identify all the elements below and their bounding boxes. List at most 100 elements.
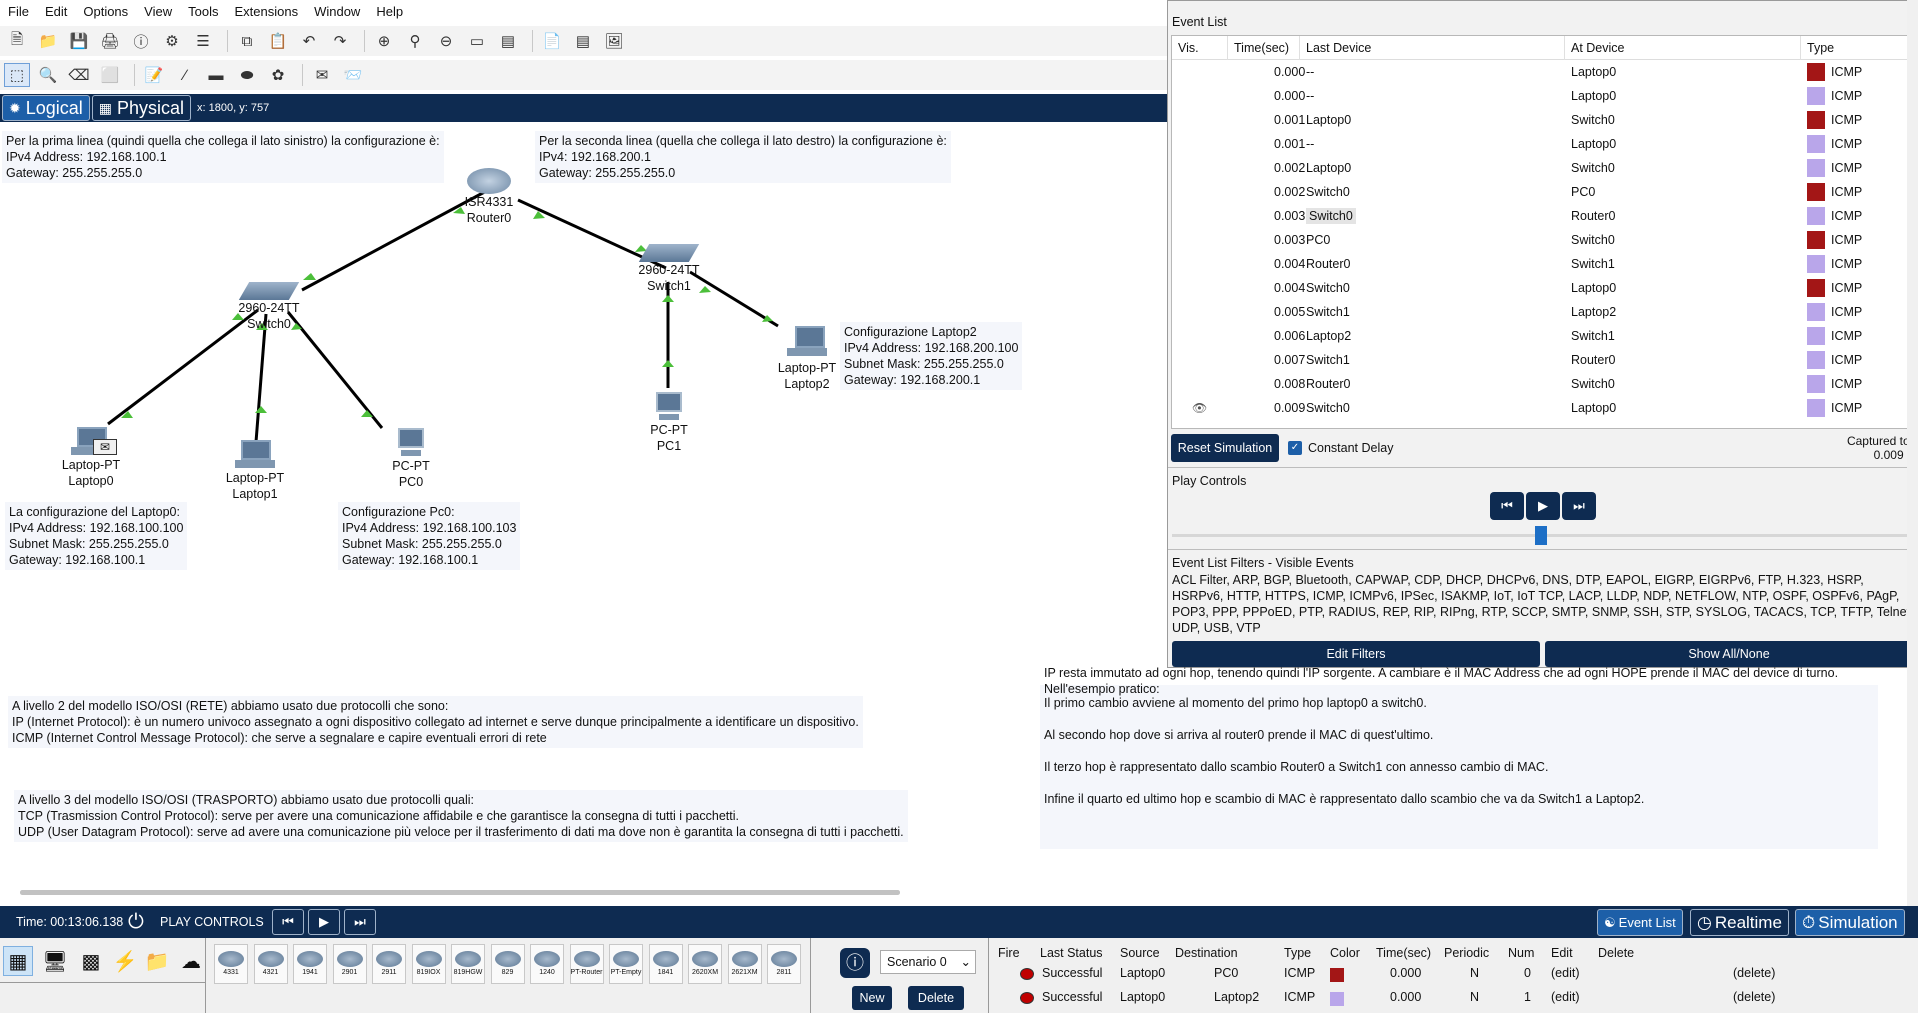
event-row[interactable]: 0.002 Switch0 PC0 ICMP xyxy=(1172,180,1912,204)
speed-slider-thumb[interactable] xyxy=(1535,526,1547,545)
router-model-item[interactable]: 2620XM xyxy=(688,944,722,984)
router-model-item[interactable]: 2911 xyxy=(372,944,406,984)
router-model-item[interactable]: 2811 xyxy=(767,944,801,984)
multiuser-category-icon[interactable]: ☁ xyxy=(176,946,206,976)
delete-scenario-button[interactable]: Delete xyxy=(908,986,964,1010)
menu-file[interactable]: File xyxy=(0,4,37,19)
note-iso-rete[interactable]: A livello 2 del modello ISO/OSI (RETE) a… xyxy=(8,696,863,748)
event-row[interactable]: 0.003 PC0 Switch0 ICMP xyxy=(1172,228,1912,252)
tab-logical[interactable]: ✹ Logical xyxy=(2,95,90,121)
event-row[interactable]: 👁 0.009 Switch0 Laptop0 ICMP xyxy=(1172,396,1912,420)
connections-category-icon[interactable]: ⚡ xyxy=(110,946,140,976)
note-laptop2-config[interactable]: Configurazione Laptop2 IPv4 Address: 192… xyxy=(840,322,1023,390)
event-row[interactable]: 0.006 Laptop2 Switch1 ICMP xyxy=(1172,324,1912,348)
select-icon[interactable]: ⬚ xyxy=(4,63,30,87)
router-model-item[interactable]: 829 xyxy=(490,944,525,984)
pdu-col-header[interactable]: Delete xyxy=(1598,946,1634,960)
event-row[interactable]: 0.004 Switch0 Laptop0 ICMP xyxy=(1172,276,1912,300)
col-at-device[interactable]: At Device xyxy=(1565,35,1801,60)
redo-icon[interactable]: ↷ xyxy=(327,29,353,53)
paste-icon[interactable]: 📋 xyxy=(265,29,291,53)
freeform-icon[interactable]: ✿ xyxy=(265,63,291,87)
components-category-icon[interactable]: ▩ xyxy=(76,946,106,976)
router-model-item[interactable]: PT-Empty xyxy=(609,944,643,984)
router-model-item[interactable]: 819IOX xyxy=(411,944,446,984)
router-model-item[interactable]: 2901 xyxy=(332,944,367,984)
image-icon[interactable]: 🖼 xyxy=(601,29,627,53)
edit-filters-button[interactable]: Edit Filters xyxy=(1172,641,1540,667)
menu-extensions[interactable]: Extensions xyxy=(226,4,306,19)
pdu-col-header[interactable]: Num xyxy=(1508,946,1534,960)
pdu-edit-cell[interactable]: (edit) xyxy=(1551,966,1579,980)
device-laptop0[interactable]: ✉ Laptop-PT Laptop0 xyxy=(56,427,126,489)
pdu-col-header[interactable]: Destination xyxy=(1175,946,1238,960)
add-simple-pdu-icon[interactable]: ✉ xyxy=(309,63,335,87)
info-icon[interactable]: ⓘ xyxy=(128,29,154,53)
router-model-item[interactable]: PT-Router xyxy=(569,944,604,984)
workspace-vertical-scrollbar[interactable] xyxy=(1907,0,1918,906)
pdu-col-header[interactable]: Last Status xyxy=(1040,946,1103,960)
network-info-icon[interactable]: ☰ xyxy=(190,29,216,53)
scenario-info-icon[interactable]: ⓘ xyxy=(840,948,870,978)
router-model-item[interactable]: 2621XM xyxy=(727,944,762,984)
event-row[interactable]: 0.007 Switch1 Router0 ICMP xyxy=(1172,348,1912,372)
router-model-item[interactable]: 1841 xyxy=(648,944,683,984)
note-right-line[interactable]: Per la seconda linea (quella che collega… xyxy=(535,131,951,183)
tab-realtime[interactable]: ◷ Realtime xyxy=(1690,909,1789,936)
power-cycle-icon[interactable]: ⏻ xyxy=(128,911,144,934)
undo-icon[interactable]: ↶ xyxy=(296,29,322,53)
server-icon[interactable]: ▤ xyxy=(570,29,596,53)
device-switch1[interactable]: 2960-24TT Switch1 xyxy=(636,244,702,294)
pdu-col-header[interactable]: Source xyxy=(1120,946,1160,960)
network-devices-category-icon[interactable]: ▦ xyxy=(3,946,33,976)
tab-physical[interactable]: ▦ Physical xyxy=(91,95,192,121)
pdu-col-header[interactable]: Edit xyxy=(1551,946,1573,960)
resize-icon[interactable]: ⬜ xyxy=(97,63,123,87)
pdu-col-header[interactable]: Time(sec) xyxy=(1376,946,1431,960)
router-model-item[interactable]: 4321 xyxy=(253,944,288,984)
new-file-icon[interactable]: 🗎 xyxy=(4,29,30,53)
play-button[interactable]: ▶ xyxy=(1526,492,1560,520)
print-icon[interactable]: 🖨 xyxy=(97,29,123,53)
router-model-item[interactable]: 4331 xyxy=(214,944,248,984)
fire-icon[interactable] xyxy=(1020,992,1034,1004)
note-pc0-config[interactable]: Configurazione Pc0: IPv4 Address: 192.16… xyxy=(338,502,521,570)
menu-window[interactable]: Window xyxy=(306,4,368,19)
scenario-select[interactable]: Scenario 0 ⌄ xyxy=(880,950,976,974)
delete-icon[interactable]: ⌫ xyxy=(66,63,92,87)
router-model-item[interactable]: 1941 xyxy=(293,944,327,984)
ellipse-icon[interactable]: ⬬ xyxy=(234,63,260,87)
workspace-scrollbar-thumb[interactable] xyxy=(20,890,900,895)
document-icon[interactable]: 📄 xyxy=(539,29,565,53)
drawing-palette-icon[interactable]: ▭ xyxy=(464,29,490,53)
zoom-reset-icon[interactable]: ⚲ xyxy=(402,29,428,53)
zoom-out-icon[interactable]: ⊖ xyxy=(433,29,459,53)
note-icon[interactable]: 📝 xyxy=(141,63,167,87)
custom-device-icon[interactable]: ▤ xyxy=(495,29,521,53)
event-row[interactable]: 0.000 -- Laptop0 ICMP xyxy=(1172,60,1912,84)
pdu-col-header[interactable]: Fire xyxy=(998,946,1020,960)
event-row[interactable]: 0.001 Laptop0 Switch0 ICMP xyxy=(1172,108,1912,132)
bottom-play-button[interactable]: ▶ xyxy=(308,909,340,935)
device-laptop2[interactable]: Laptop-PT Laptop2 xyxy=(772,324,842,392)
event-row[interactable]: 0.004 Router0 Switch1 ICMP xyxy=(1172,252,1912,276)
event-row[interactable]: 0.003 Switch0 Router0 ICMP xyxy=(1172,204,1912,228)
pdu-col-header[interactable]: Color xyxy=(1330,946,1360,960)
event-row[interactable]: 0.008 Router0 Switch0 ICMP xyxy=(1172,372,1912,396)
inspect-icon[interactable]: 🔍 xyxy=(35,63,61,87)
device-laptop1[interactable]: Laptop-PT Laptop1 xyxy=(220,440,290,502)
event-row[interactable]: 0.005 Switch1 Laptop2 ICMP xyxy=(1172,300,1912,324)
device-router0[interactable]: ISR4331 Router0 xyxy=(460,168,518,226)
pdu-col-header[interactable]: Periodic xyxy=(1444,946,1489,960)
device-pc0[interactable]: PC-PT PC0 xyxy=(376,428,446,490)
menu-tools[interactable]: Tools xyxy=(180,4,226,19)
tab-simulation[interactable]: ⏱ Simulation xyxy=(1795,909,1905,936)
pdu-delete-cell[interactable]: (delete) xyxy=(1733,990,1775,1004)
add-complex-pdu-icon[interactable]: 📨 xyxy=(340,63,366,87)
note-iso-trasporto[interactable]: A livello 3 del modello ISO/OSI (TRASPOR… xyxy=(14,790,908,842)
zoom-in-icon[interactable]: ⊕ xyxy=(371,29,397,53)
col-last-device[interactable]: Last Device xyxy=(1300,35,1565,60)
event-list-toggle-button[interactable]: ☯ Event List xyxy=(1597,909,1683,936)
reset-simulation-button[interactable]: Reset Simulation xyxy=(1171,434,1279,462)
miscellaneous-category-icon[interactable]: 📁 xyxy=(142,946,172,976)
